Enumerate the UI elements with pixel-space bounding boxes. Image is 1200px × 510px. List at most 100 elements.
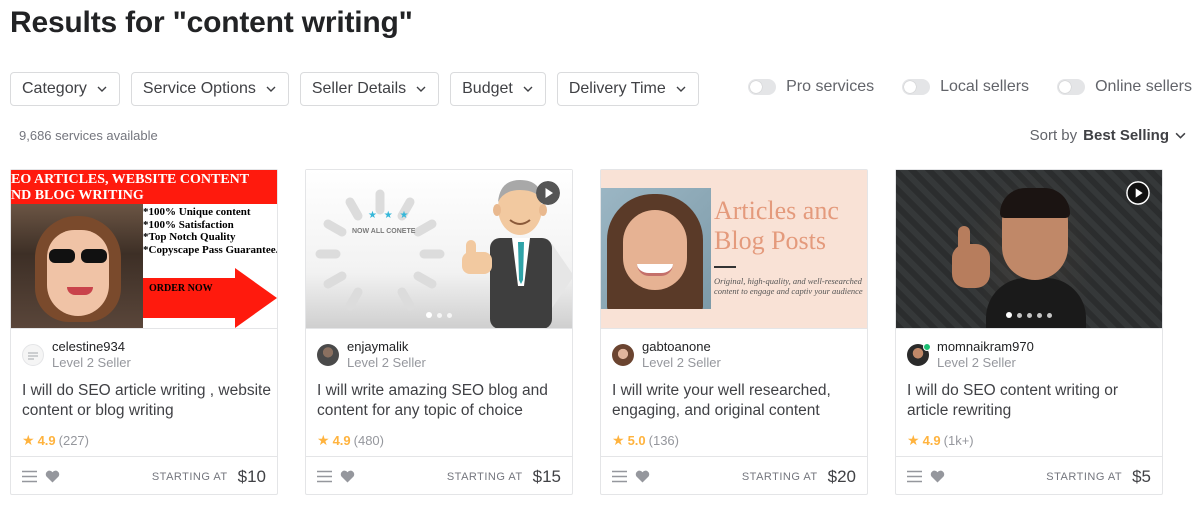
seller-info: enjaymalik Level 2 Seller <box>317 339 426 371</box>
gig-title[interactable]: I will do SEO content writing or article… <box>907 381 1157 421</box>
heart-icon[interactable] <box>635 470 650 483</box>
heart-icon[interactable] <box>340 470 355 483</box>
menu-icon[interactable] <box>317 470 332 483</box>
menu-icon[interactable] <box>22 470 37 483</box>
filter-label: Category <box>22 80 87 97</box>
seller-info: gabtoanone Level 2 Seller <box>612 339 721 371</box>
seller-level: Level 2 Seller <box>52 355 131 370</box>
filter-delivery-time[interactable]: Delivery Time <box>556 72 699 106</box>
gig-thumbnail[interactable]: EO ARTICLES, WEBSITE CONTENT ND BLOG WRI… <box>11 170 277 329</box>
price-value: $20 <box>827 466 856 486</box>
seller-level: Level 2 Seller <box>347 355 426 370</box>
star-icon: ★ <box>612 432 625 448</box>
gig-price[interactable]: STARTING AT $20 <box>742 467 856 487</box>
seller-info: celestine934 Level 2 Seller <box>22 339 131 371</box>
thumb-bullet: *Copyscape Pass Guarantee. <box>143 243 277 256</box>
gig-thumbnail[interactable]: ★ ★ ★ NOW ALL CONETE <box>306 170 572 329</box>
toggle-local-sellers[interactable]: Local sellers <box>902 78 1029 96</box>
card-footer: STARTING AT $5 <box>896 456 1162 496</box>
rating-count: (136) <box>648 433 679 448</box>
sort-dropdown[interactable]: Sort by Best Selling <box>1030 127 1186 144</box>
avatar[interactable] <box>317 344 339 366</box>
heart-icon[interactable] <box>45 470 60 483</box>
thumb-caption: NOW ALL CONETE <box>352 228 416 235</box>
gig-card[interactable]: momnaikram970 Level 2 Seller I will do S… <box>895 169 1163 495</box>
star-icon: ★ <box>907 432 920 448</box>
thumb-bullet: *100% Unique content <box>143 206 251 218</box>
gig-card[interactable]: ★ ★ ★ NOW ALL CONETE enjaymalik Level 2 … <box>305 169 573 495</box>
price-value: $10 <box>237 466 266 486</box>
gig-card[interactable]: Articles anc Blog Posts Original, high-q… <box>600 169 868 495</box>
play-icon[interactable] <box>536 181 560 205</box>
seller-name[interactable]: gabtoanone <box>642 339 721 355</box>
arrow-graphic <box>143 268 277 328</box>
online-indicator <box>923 343 931 351</box>
thumb-heading1: Articles anc <box>714 196 839 225</box>
avatar[interactable] <box>22 344 44 366</box>
menu-icon[interactable] <box>907 470 922 483</box>
toggle-switch[interactable] <box>1057 79 1086 95</box>
seller-level: Level 2 Seller <box>642 355 721 370</box>
filter-seller-details[interactable]: Seller Details <box>299 72 440 106</box>
carousel-dots[interactable] <box>1006 312 1052 318</box>
toggle-pro-services[interactable]: Pro services <box>748 78 874 96</box>
seller-name[interactable]: enjaymalik <box>347 339 426 355</box>
star-icon: ★ <box>317 432 330 448</box>
avatar[interactable] <box>612 344 634 366</box>
price-label: STARTING AT <box>1046 470 1123 483</box>
thumb-text-line1: EO ARTICLES, WEBSITE CONTENT <box>11 172 250 187</box>
filter-label: Delivery Time <box>568 80 666 97</box>
seller-name[interactable]: momnaikram970 <box>937 339 1034 355</box>
gig-title[interactable]: I will do SEO article writing , website … <box>22 381 272 421</box>
thumb-photo <box>601 188 711 309</box>
price-value: $15 <box>532 466 561 486</box>
seller-name[interactable]: celestine934 <box>52 339 131 355</box>
gig-thumbnail[interactable] <box>896 170 1162 329</box>
gig-price[interactable]: STARTING AT $10 <box>152 467 266 487</box>
rating-count: (1k+) <box>943 433 974 448</box>
carousel-dots[interactable] <box>426 312 452 318</box>
rating-count: (227) <box>58 433 89 448</box>
menu-icon[interactable] <box>612 470 627 483</box>
price-label: STARTING AT <box>151 470 228 483</box>
toggle-online-sellers[interactable]: Online sellers <box>1057 78 1192 96</box>
chevron-down-icon <box>523 86 533 92</box>
avatar[interactable] <box>907 343 931 366</box>
toggle-label: Local sellers <box>940 78 1030 95</box>
price-label: STARTING AT <box>446 470 523 483</box>
thumb-cta: ORDER NOW <box>149 283 213 294</box>
rating-score: 5.0 <box>627 433 646 448</box>
card-footer: STARTING AT $20 <box>601 456 867 496</box>
chevron-down-icon <box>97 86 107 92</box>
play-icon[interactable] <box>1126 181 1150 205</box>
chevron-down-icon <box>416 86 426 92</box>
gig-rating: ★ 5.0 (136) <box>612 432 679 449</box>
card-footer: STARTING AT $15 <box>306 456 572 496</box>
gig-title[interactable]: I will write your well researched, engag… <box>612 381 862 421</box>
toggle-label: Online sellers <box>1095 78 1192 95</box>
chevron-down-icon <box>266 86 276 92</box>
placeholder-icon <box>28 352 38 360</box>
gig-card[interactable]: EO ARTICLES, WEBSITE CONTENT ND BLOG WRI… <box>10 169 278 495</box>
toggle-switch[interactable] <box>902 79 931 95</box>
toggle-switch[interactable] <box>748 79 777 95</box>
gig-list: EO ARTICLES, WEBSITE CONTENT ND BLOG WRI… <box>10 169 1163 495</box>
gig-title[interactable]: I will write amazing SEO blog and conten… <box>317 381 567 421</box>
page-title: Results for "content writing" <box>10 6 413 39</box>
filter-bar: Category Service Options Seller Details … <box>10 72 699 106</box>
thumb-heading2: Blog Posts <box>714 226 826 255</box>
filter-budget[interactable]: Budget <box>450 72 546 106</box>
rating-count: (480) <box>353 433 384 448</box>
services-count: 9,686 services available <box>19 128 158 143</box>
sort-value: Best Selling <box>1083 127 1169 144</box>
gig-price[interactable]: STARTING AT $15 <box>447 467 561 487</box>
filter-service-options[interactable]: Service Options <box>130 72 289 106</box>
filter-label: Service Options <box>142 80 256 97</box>
filter-label: Budget <box>462 80 513 97</box>
filter-category[interactable]: Category <box>10 72 120 106</box>
filter-label: Seller Details <box>311 80 407 97</box>
heart-icon[interactable] <box>930 470 945 483</box>
gig-price[interactable]: STARTING AT $5 <box>1046 467 1151 487</box>
gig-thumbnail[interactable]: Articles anc Blog Posts Original, high-q… <box>601 170 867 329</box>
star-graphic: ★ ★ ★ <box>368 210 411 221</box>
